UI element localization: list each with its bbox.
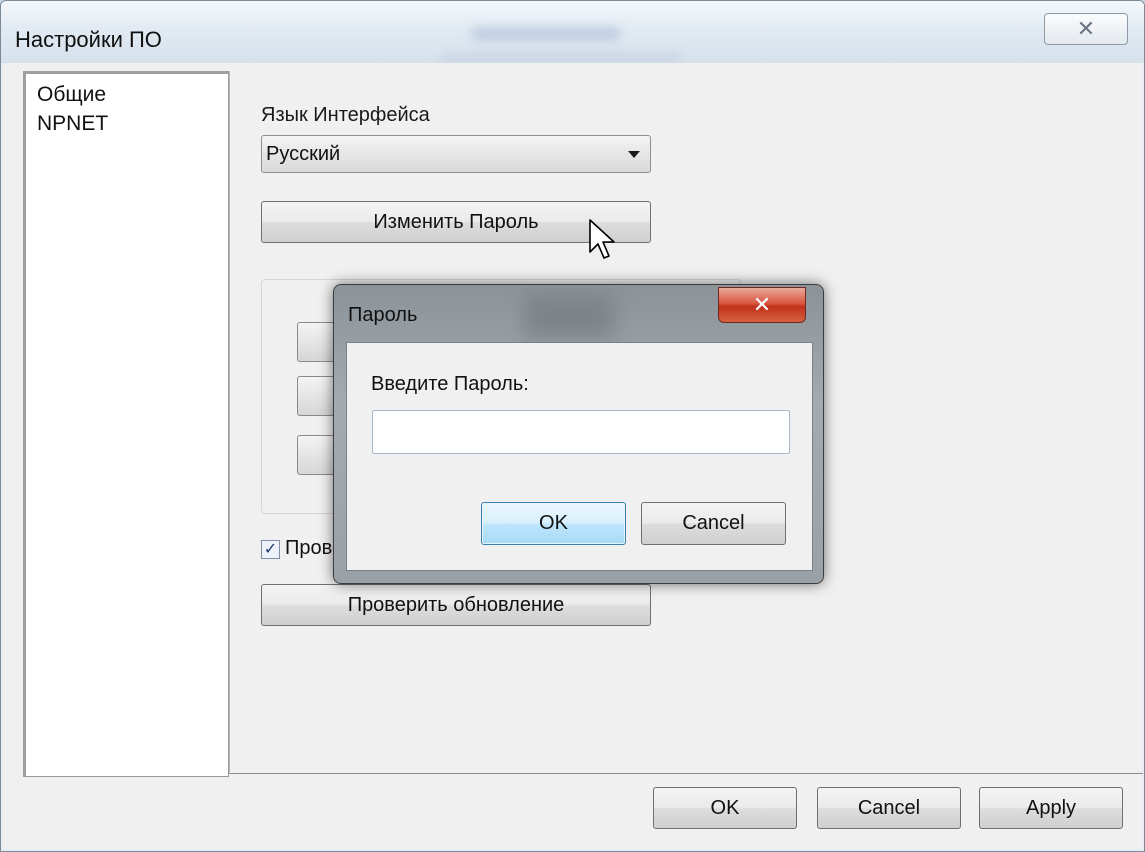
- password-dialog-body: Введите Пароль: OK Cancel: [346, 342, 813, 571]
- category-item-npnet[interactable]: NPNET: [26, 109, 228, 138]
- auto-update-checkbox[interactable]: ✓: [261, 540, 280, 559]
- language-select-value: Русский: [266, 143, 341, 165]
- cancel-button[interactable]: Cancel: [817, 787, 961, 829]
- dialog-close-button[interactable]: ✕: [718, 287, 806, 323]
- ok-button[interactable]: OK: [653, 787, 797, 829]
- password-prompt-label: Введите Пароль:: [371, 373, 529, 395]
- interface-language-label: Язык Интерфейса: [261, 104, 430, 126]
- close-icon: ✕: [752, 292, 772, 317]
- close-icon: ✕: [1076, 16, 1096, 41]
- password-dialog-title: Пароль: [348, 304, 418, 326]
- password-input[interactable]: [372, 410, 790, 454]
- window-title: Настройки ПО: [15, 27, 162, 52]
- apply-button[interactable]: Apply: [979, 787, 1123, 829]
- window-titlebar[interactable]: Настройки ПО ✕: [1, 1, 1144, 63]
- password-dialog: Пароль ✕ Введите Пароль: OK Cancel: [333, 284, 824, 584]
- chevron-down-icon: [628, 151, 640, 158]
- settings-category-list: Общие NPNET: [23, 71, 229, 777]
- mouse-cursor-icon: [589, 219, 615, 259]
- check-update-button[interactable]: Проверить обновление: [261, 584, 651, 626]
- dialog-cancel-button[interactable]: Cancel: [641, 502, 786, 545]
- window-close-button[interactable]: ✕: [1044, 13, 1128, 45]
- interface-language-select[interactable]: Русский: [261, 135, 651, 173]
- dialog-ok-button[interactable]: OK: [481, 502, 626, 545]
- category-item-general[interactable]: Общие: [26, 80, 228, 109]
- check-icon: ✓: [263, 540, 278, 558]
